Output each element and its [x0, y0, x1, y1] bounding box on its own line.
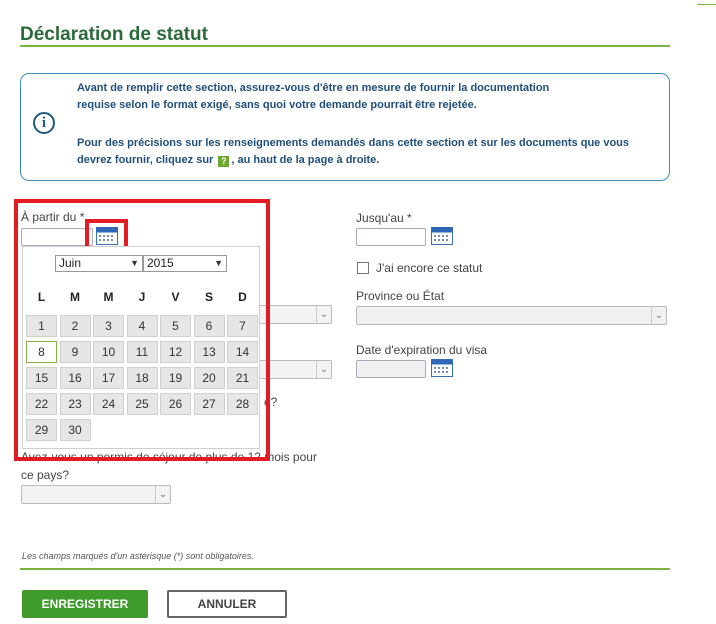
save-button[interactable]: ENREGISTRER — [22, 590, 148, 618]
weekday-label: D — [238, 290, 247, 304]
calendar-day[interactable]: 27 — [193, 393, 225, 415]
weekday-label: V — [171, 290, 180, 304]
info-text-line4: devrez fournir, cliquez sur ?, au haut d… — [77, 152, 657, 169]
province-label: Province ou État — [356, 289, 445, 303]
top-accent-line — [697, 4, 716, 5]
from-date-calendar-button[interactable] — [96, 227, 118, 245]
still-status-checkbox[interactable] — [357, 262, 369, 274]
info-text-line1: Avant de remplir cette section, assurez-… — [77, 82, 550, 94]
calendar-day[interactable]: 13 — [193, 341, 225, 363]
permit-select[interactable]: ⌄ — [21, 485, 171, 504]
calendar-day[interactable]: 25 — [126, 393, 158, 415]
calendar-day[interactable]: 1 — [26, 315, 57, 337]
calendar-day[interactable]: 6 — [193, 315, 225, 337]
chevron-down-icon: ⌄ — [155, 486, 170, 503]
permit-question-line2: ce pays? — [21, 468, 70, 482]
calendar-day[interactable]: 26 — [160, 393, 191, 415]
visa-expiry-label: Date d'expiration du visa — [356, 343, 488, 357]
still-status-label: J'ai encore ce statut — [376, 261, 483, 275]
calendar-day[interactable]: 15 — [26, 367, 57, 389]
calendar-day[interactable]: 22 — [26, 393, 57, 415]
info-box: i Avant de remplir cette section, assure… — [20, 73, 670, 181]
calendar-day[interactable]: 21 — [227, 367, 258, 389]
chevron-down-icon: ⌄ — [651, 307, 666, 324]
calendar-day[interactable]: 12 — [160, 341, 191, 363]
chevron-down-icon: ▼ — [214, 258, 223, 268]
calendar-day[interactable]: 24 — [93, 393, 124, 415]
calendar-icon — [431, 227, 453, 245]
calendar-day[interactable]: 29 — [26, 419, 57, 441]
from-date-input[interactable] — [21, 228, 93, 246]
info-text-line4-end: , au haut de la page à droite. — [231, 154, 380, 166]
permit-question-line1: Avez-vous un permis de séjour de plus de… — [21, 450, 317, 464]
to-date-input[interactable] — [356, 228, 426, 246]
cancel-button[interactable]: ANNULER — [167, 590, 287, 618]
chevron-down-icon: ⌄ — [316, 306, 331, 323]
partial-question-label: e? — [264, 395, 278, 409]
to-date-calendar-button[interactable] — [431, 227, 453, 245]
calendar-day[interactable]: 4 — [126, 315, 158, 337]
weekday-label: J — [138, 290, 146, 304]
calendar-day[interactable]: 9 — [59, 341, 91, 363]
calendar-day[interactable]: 30 — [59, 419, 91, 441]
calendar-day[interactable]: 3 — [93, 315, 124, 337]
calendar-day[interactable]: 23 — [59, 393, 91, 415]
weekday-label: M — [70, 290, 80, 304]
chevron-down-icon: ▼ — [130, 258, 139, 268]
calendar-day[interactable]: 10 — [93, 341, 124, 363]
weekday-label: S — [204, 290, 213, 304]
info-text-line4-start: devrez fournir, cliquez sur — [77, 154, 214, 166]
chevron-down-icon: ⌄ — [316, 361, 331, 378]
calendar-day[interactable]: 28 — [227, 393, 258, 415]
calendar-day[interactable]: 7 — [227, 315, 258, 337]
info-text-line3: Pour des précisions sur les renseignemen… — [77, 137, 630, 149]
calendar-day[interactable]: 17 — [93, 367, 124, 389]
weekday-label: M — [103, 290, 114, 304]
calendar-day[interactable]: 19 — [160, 367, 191, 389]
info-text-line2: requise selon le format exigé, sans quoi… — [77, 99, 477, 111]
weekday-label: L — [37, 290, 46, 304]
year-select[interactable]: 2015 ▼ — [143, 255, 227, 272]
datepicker-popup: Juin ▼ 2015 ▼ LMMJVSD 1 2 3 4 5 6 7 8 9 10 11 12 13 1… — [22, 246, 260, 449]
page-title: Déclaration de statut — [20, 24, 208, 45]
to-date-label: Jusqu'au * — [356, 211, 412, 225]
province-select[interactable]: ⌄ — [356, 306, 667, 325]
calendar-icon — [96, 227, 118, 245]
month-select-value: Juin — [59, 256, 82, 270]
calendar-day[interactable]: 16 — [59, 367, 91, 389]
calendar-day[interactable]: 2 — [59, 315, 91, 337]
calendar-day[interactable]: 14 — [227, 341, 258, 363]
from-date-label: À partir du * — [21, 210, 85, 224]
visa-expiry-calendar-button[interactable] — [431, 359, 453, 377]
info-icon: i — [33, 112, 55, 134]
calendar-day[interactable]: 18 — [126, 367, 158, 389]
visa-expiry-input[interactable] — [356, 360, 426, 378]
help-icon: ? — [218, 156, 230, 167]
month-select[interactable]: Juin ▼ — [55, 255, 143, 272]
footer-divider — [20, 568, 670, 570]
calendar-day[interactable]: 5 — [160, 315, 191, 337]
calendar-day[interactable]: 8 — [26, 341, 57, 363]
calendar-icon — [431, 359, 453, 377]
title-divider — [20, 45, 670, 47]
required-fields-note: Les champs marqués d'un astérisque (*) s… — [22, 551, 254, 561]
year-select-value: 2015 — [147, 256, 174, 270]
calendar-day[interactable]: 20 — [193, 367, 225, 389]
calendar-day[interactable]: 11 — [126, 341, 158, 363]
